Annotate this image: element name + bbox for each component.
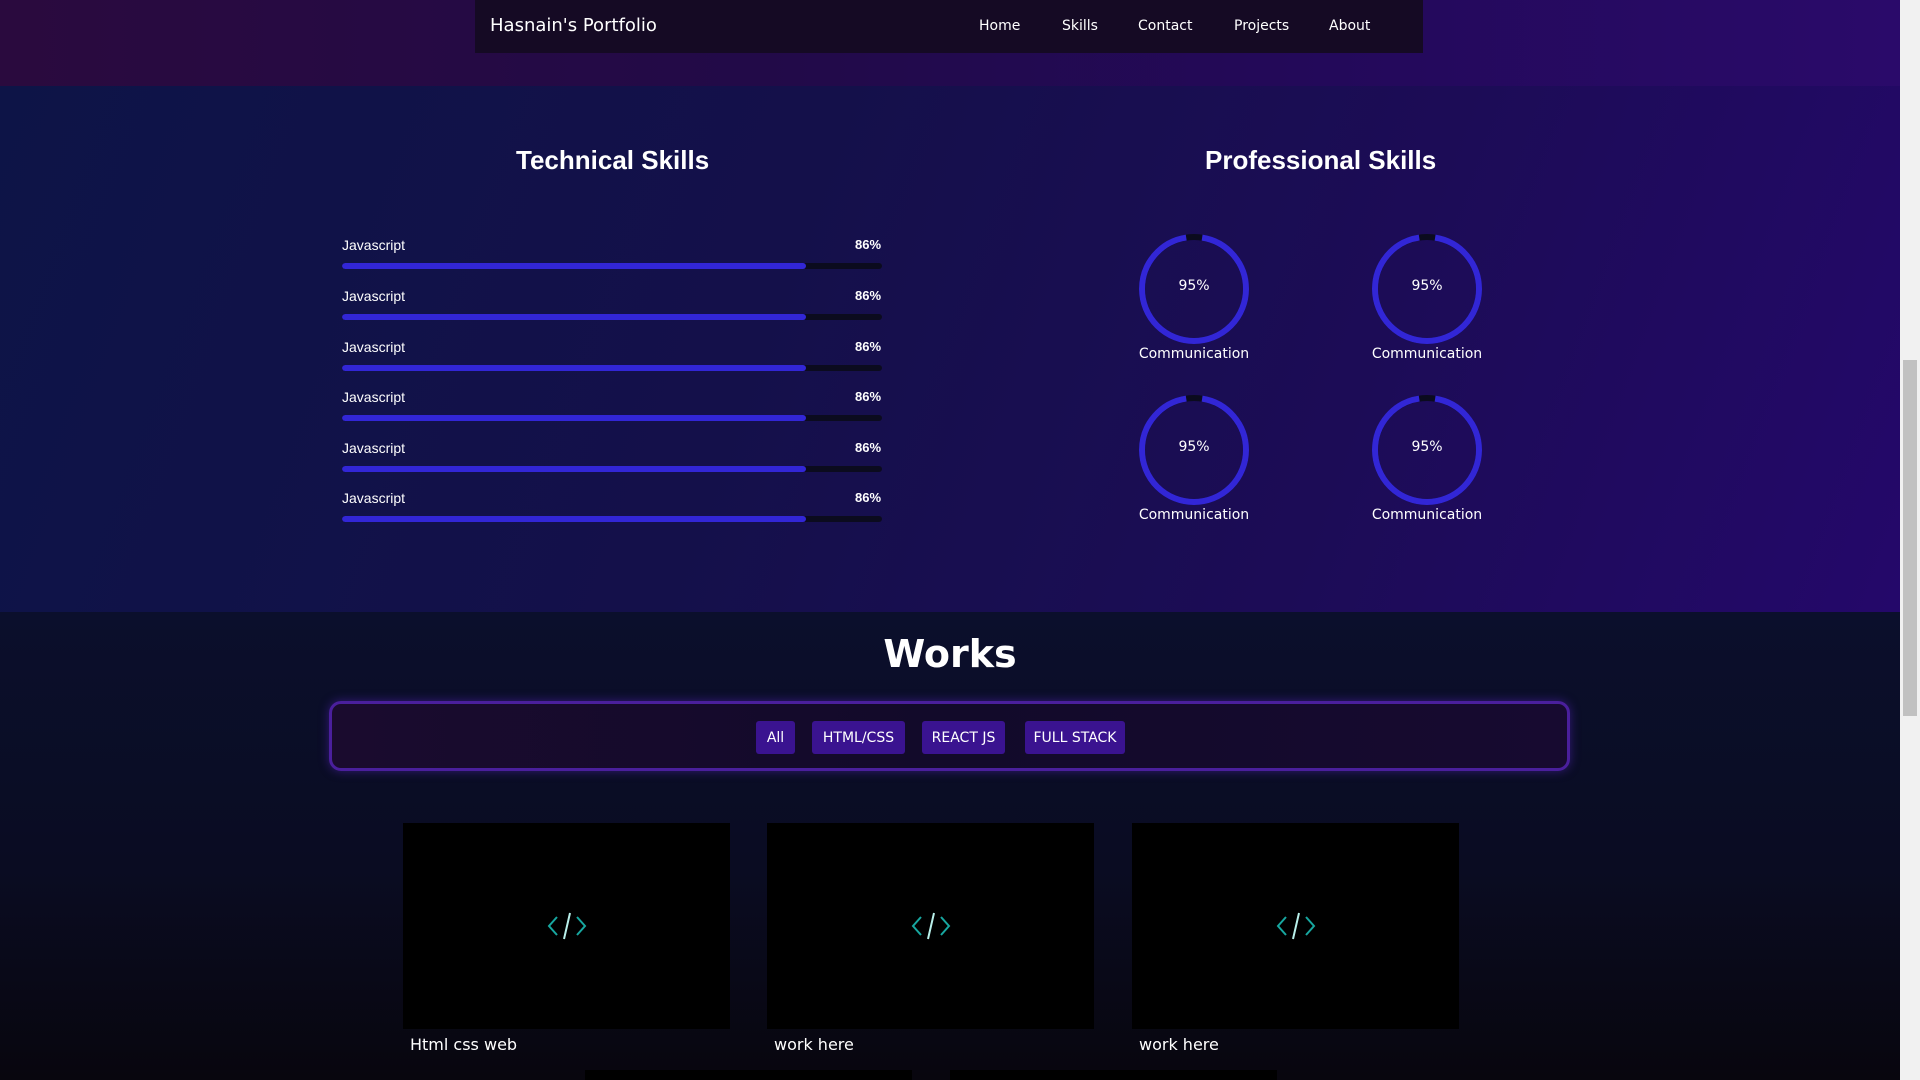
code-icon [1132, 823, 1459, 1029]
nav-link-about[interactable]: About [1329, 18, 1370, 34]
skill-circle-percent: 95% [1178, 278, 1210, 294]
skill-circle: 95% [1369, 392, 1485, 508]
skill-bar-track [342, 415, 882, 421]
skill-bar-label: Javascript [342, 490, 406, 506]
work-card[interactable] [767, 823, 1094, 1029]
nav-link-home[interactable]: Home [979, 18, 1020, 34]
filter-button-full-stack[interactable]: FULL STACK [1025, 721, 1125, 754]
skill-bar-label: Javascript [342, 288, 406, 304]
skill-circle-label: Communication [1371, 346, 1483, 362]
navbar: Hasnain's Portfolio Home Skills Contact … [475, 0, 1423, 53]
filter-button-html-css[interactable]: HTML/CSS [812, 721, 905, 754]
skill-bar-fill [342, 466, 807, 472]
code-icon [403, 823, 730, 1029]
skill-bar-percent: 86% [855, 288, 882, 303]
nav-link-projects[interactable]: Projects [1234, 18, 1289, 34]
work-card-partial[interactable] [585, 1070, 912, 1080]
skill-bar-fill [342, 314, 807, 320]
skill-circle-percent: 95% [1411, 278, 1443, 294]
work-card[interactable] [403, 823, 730, 1029]
filter-button-all[interactable]: All [756, 721, 795, 754]
skill-bar-track [342, 314, 882, 320]
skill-circle-percent: 95% [1411, 439, 1443, 455]
skill-bar-percent: 86% [855, 440, 882, 455]
technical-skills-title: Technical Skills [516, 145, 710, 175]
filter-button-react-js[interactable]: REACT JS [922, 721, 1005, 754]
skill-bar-label: Javascript [342, 440, 406, 456]
skill-bar-percent: 86% [855, 237, 882, 252]
works-title: Works [883, 632, 1017, 676]
brand-title[interactable]: Hasnain's Portfolio [490, 15, 657, 36]
skill-bar-fill [342, 415, 807, 421]
work-card-partial[interactable] [950, 1070, 1277, 1080]
skill-circle-label: Communication [1138, 507, 1250, 523]
work-card-caption[interactable]: work here [1139, 1035, 1219, 1054]
nav-link-skills[interactable]: Skills [1062, 18, 1098, 34]
skill-bar-percent: 86% [855, 389, 882, 404]
skill-bar-fill [342, 365, 807, 371]
skills-section: Technical Skills Professional Skills Jav… [0, 86, 1900, 612]
skill-bar-fill [342, 516, 807, 522]
skill-circle-percent: 95% [1178, 439, 1210, 455]
skill-bar-label: Javascript [342, 389, 406, 405]
skill-bar-track [342, 516, 882, 522]
work-card-caption[interactable]: Html css web [410, 1035, 517, 1054]
skill-bar-track [342, 263, 882, 269]
scrollbar-thumb[interactable] [1903, 360, 1917, 716]
skill-bar-percent: 86% [855, 339, 882, 354]
skill-bar-percent: 86% [855, 490, 882, 505]
nav-link-contact[interactable]: Contact [1138, 18, 1192, 34]
skill-circle-label: Communication [1371, 507, 1483, 523]
skill-circle: 95% [1369, 231, 1485, 347]
skill-bar-label: Javascript [342, 339, 406, 355]
work-card-caption[interactable]: work here [774, 1035, 854, 1054]
skill-bar-label: Javascript [342, 237, 406, 253]
portfolio-page: Hasnain's Portfolio Home Skills Contact … [0, 0, 1920, 1080]
skill-bar-track [342, 466, 882, 472]
code-icon [767, 823, 1094, 1029]
skill-circle: 95% [1136, 231, 1252, 347]
skill-bar-fill [342, 263, 807, 269]
skill-circle: 95% [1136, 392, 1252, 508]
work-card[interactable] [1132, 823, 1459, 1029]
works-section: Works All HTML/CSS REACT JS FULL STACK H… [0, 612, 1900, 1080]
professional-skills-title: Professional Skills [1205, 145, 1437, 175]
page-scrollbar[interactable] [1900, 0, 1920, 1080]
works-filter-bar: All HTML/CSS REACT JS FULL STACK [329, 701, 1570, 771]
skill-circle-label: Communication [1138, 346, 1250, 362]
skill-bar-track [342, 365, 882, 371]
